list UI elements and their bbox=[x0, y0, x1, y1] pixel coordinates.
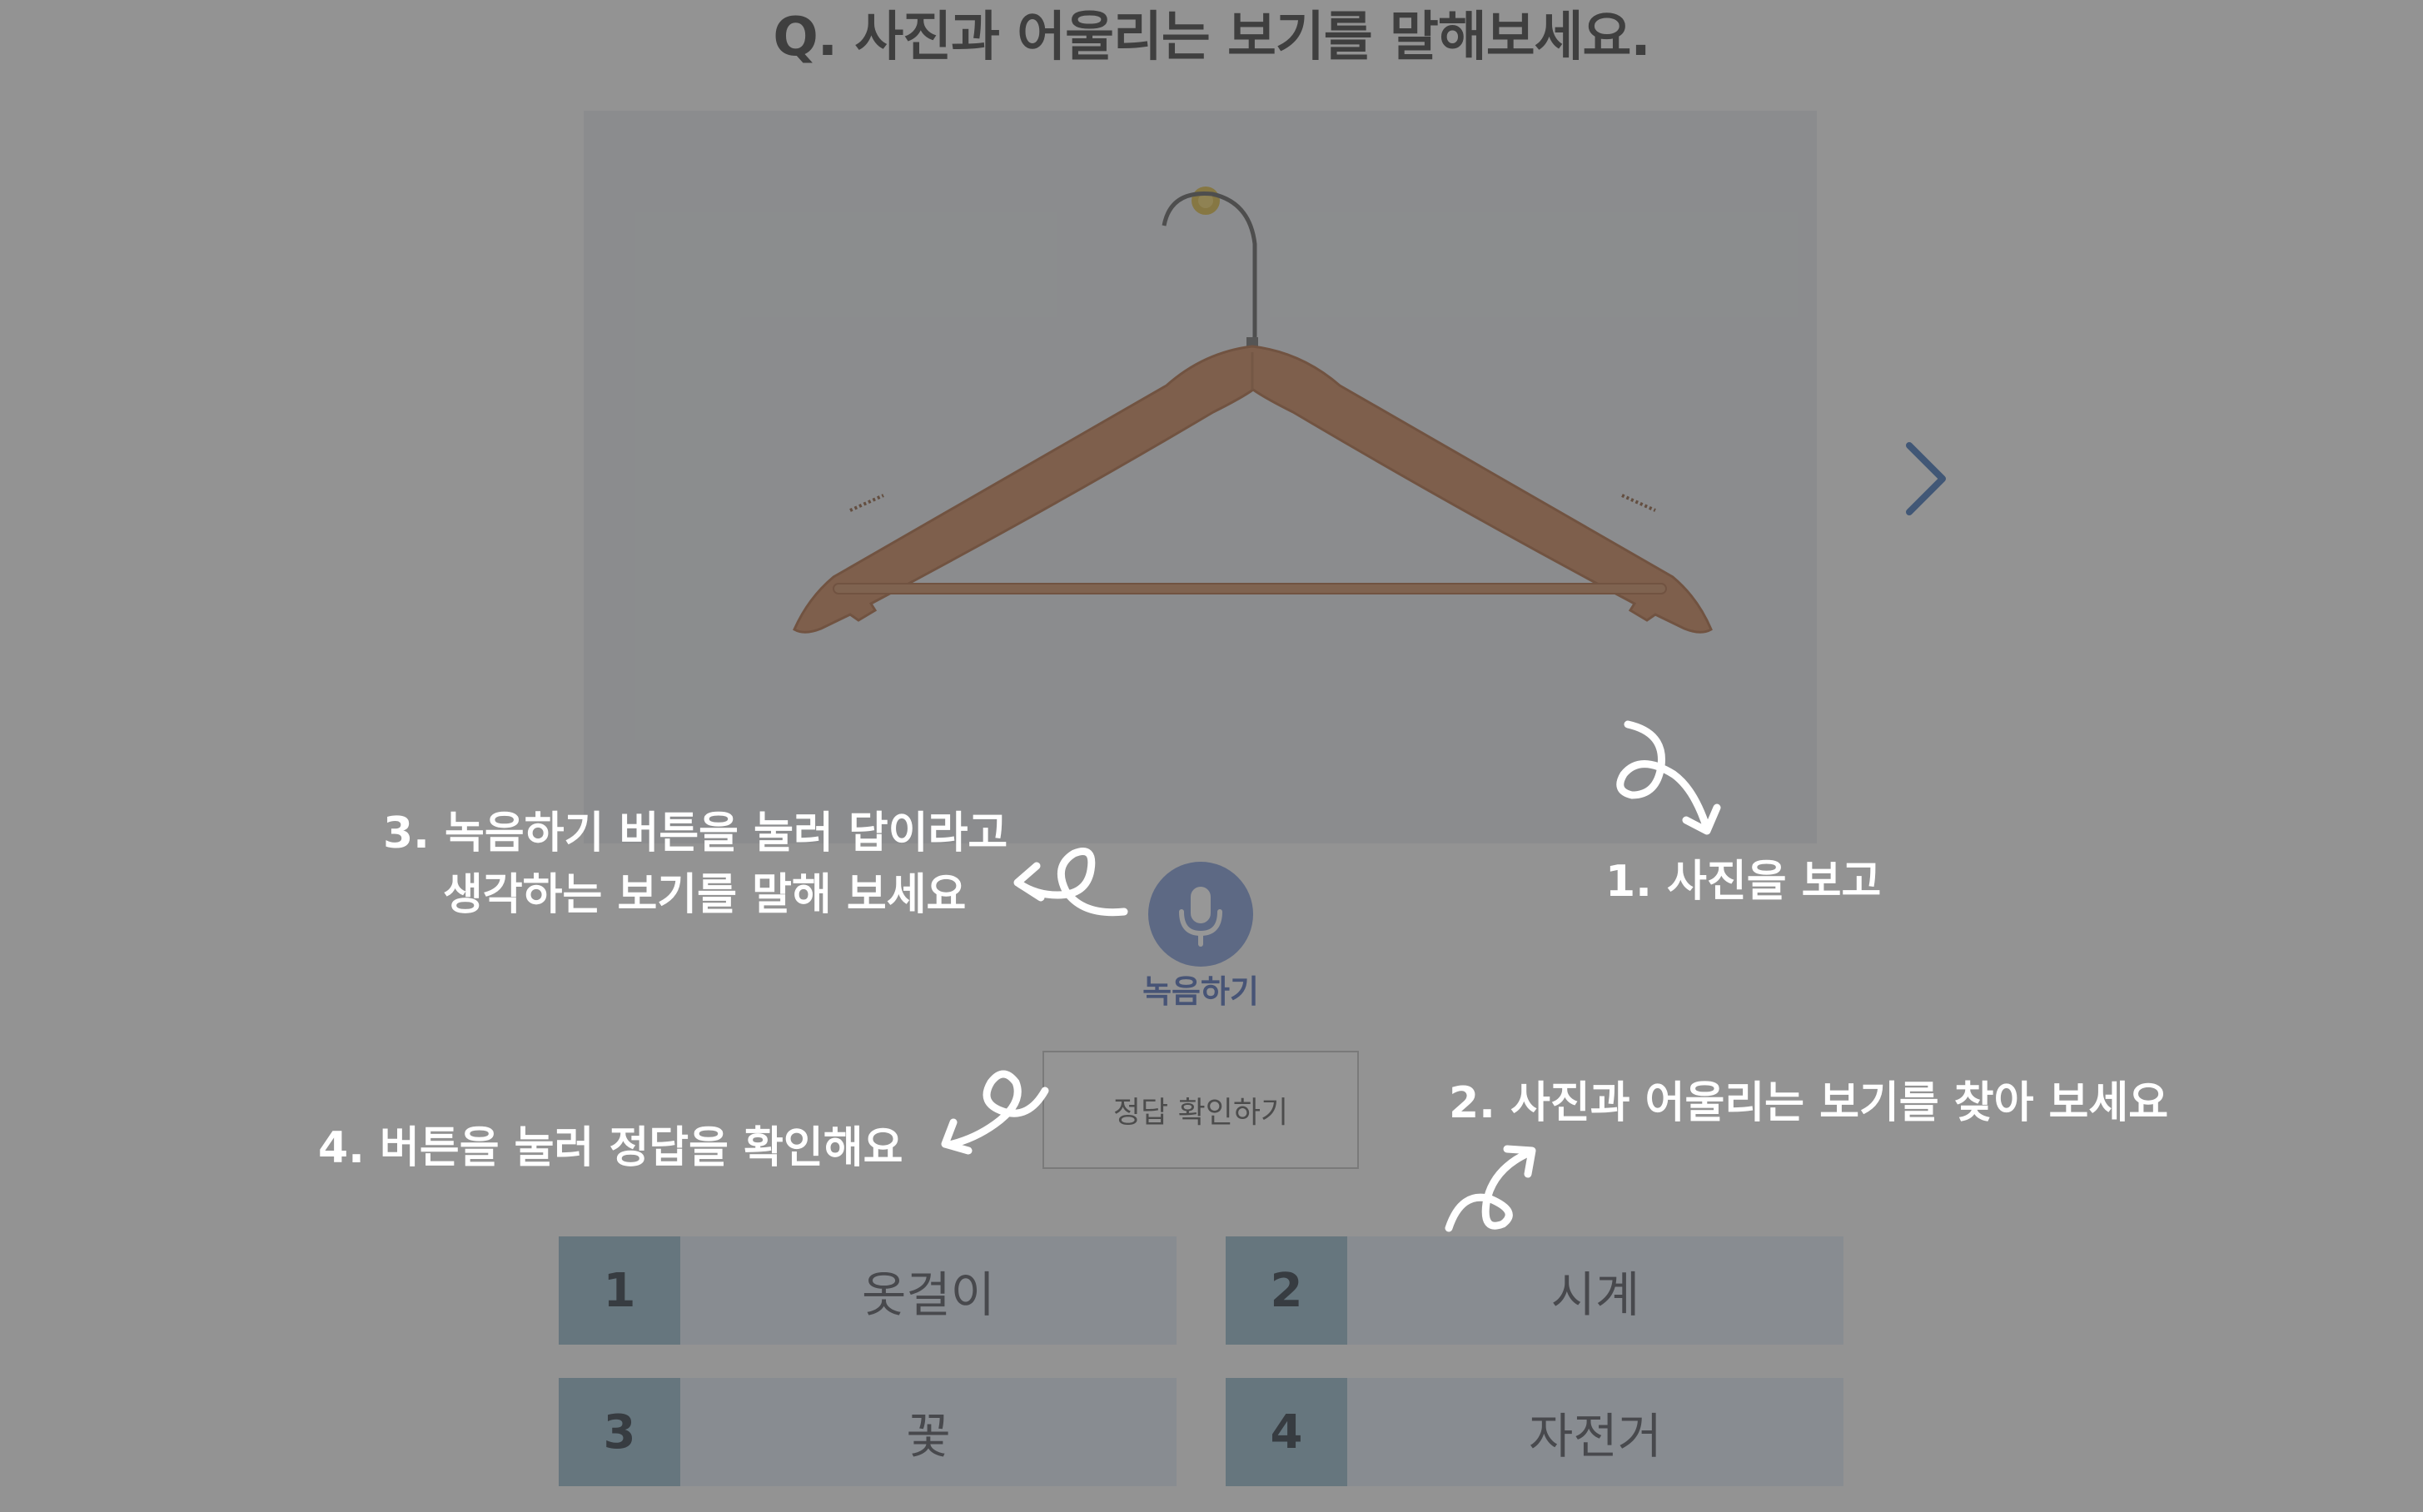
tutorial-screen: Q. 사진과 어울리는 보기를 말해보세요. 녹음하기 정답 확인하기 1 옷걸… bbox=[0, 0, 2423, 1512]
option-text: 꽃 bbox=[906, 1408, 951, 1465]
next-button[interactable] bbox=[1888, 433, 1963, 525]
curly-arrow-icon bbox=[1616, 720, 1721, 835]
annotation-step3-line2: 생각하는 보기를 말해 보세요 bbox=[443, 870, 967, 920]
microphone-icon bbox=[1179, 887, 1222, 947]
option-text: 옷걸이 bbox=[861, 1266, 996, 1323]
option-text: 시계 bbox=[1550, 1266, 1640, 1323]
annotation-step2: 2. 사진과 어울리는 보기를 찾아 보세요 bbox=[1449, 1078, 2169, 1128]
curly-arrow-icon bbox=[941, 1070, 1049, 1155]
option-number: 1 bbox=[559, 1236, 680, 1345]
option-text: 자전거 bbox=[1528, 1408, 1663, 1465]
option-2[interactable]: 2 시계 bbox=[1226, 1236, 1843, 1345]
curly-arrow-icon bbox=[1013, 848, 1128, 917]
record-button[interactable] bbox=[1148, 862, 1253, 967]
annotation-step4: 4. 버튼을 눌러 정답을 확인해요 bbox=[318, 1123, 903, 1173]
option-1[interactable]: 1 옷걸이 bbox=[559, 1236, 1177, 1345]
chevron-right-icon bbox=[1906, 442, 1946, 515]
check-answer-button[interactable]: 정답 확인하기 bbox=[1042, 1051, 1359, 1169]
question-title: Q. 사진과 어울리는 보기를 말해보세요. bbox=[773, 7, 1650, 68]
annotation-step1: 1. 사진을 보고 bbox=[1605, 857, 1882, 907]
option-number: 2 bbox=[1226, 1236, 1347, 1345]
option-number: 4 bbox=[1226, 1378, 1347, 1486]
annotation-step3-line1: 3. 녹음하기 버튼을 눌러 답이라고 bbox=[383, 808, 1008, 858]
record-label: 녹음하기 bbox=[1142, 973, 1259, 1010]
option-number: 3 bbox=[559, 1378, 680, 1486]
option-3[interactable]: 3 꽃 bbox=[559, 1378, 1177, 1486]
curly-arrow-icon bbox=[1445, 1145, 1536, 1232]
option-4[interactable]: 4 자전거 bbox=[1226, 1378, 1843, 1486]
